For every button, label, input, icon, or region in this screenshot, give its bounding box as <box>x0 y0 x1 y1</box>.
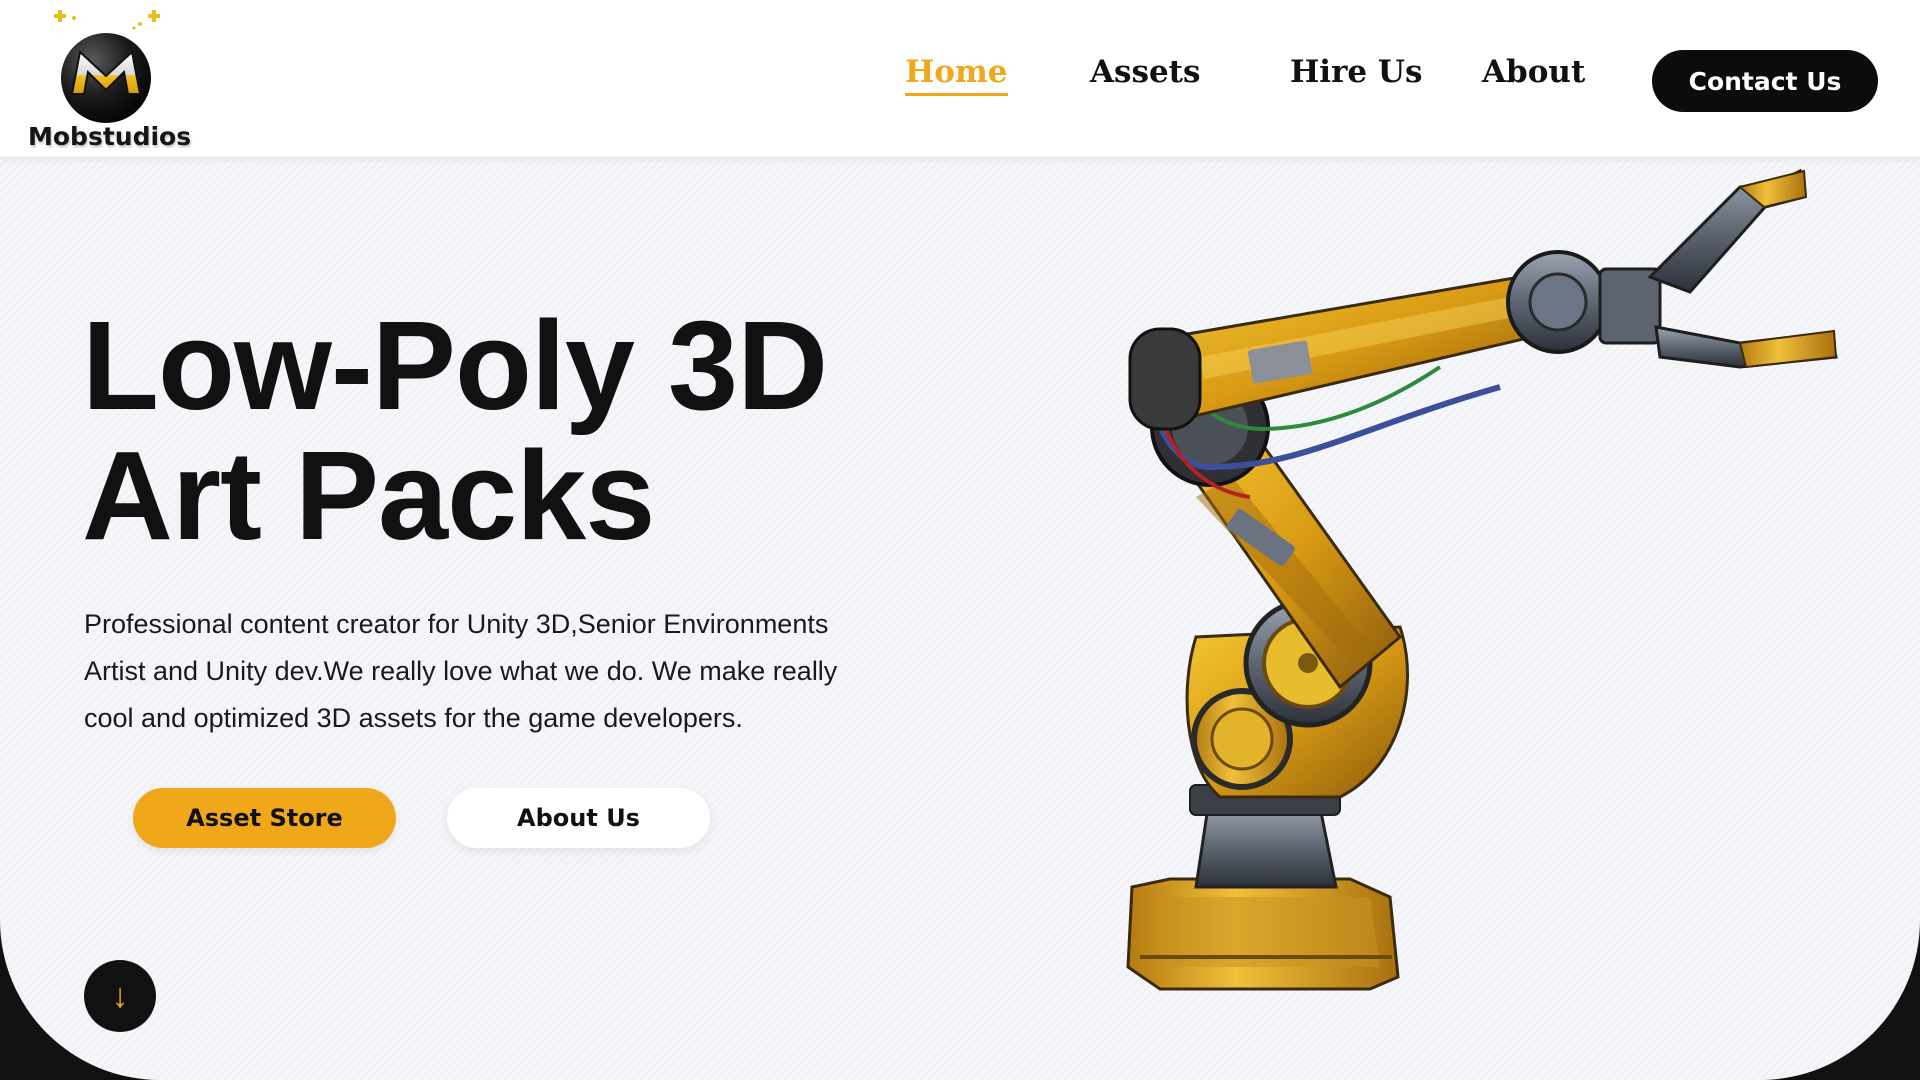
contact-us-button[interactable]: Contact Us <box>1652 50 1878 112</box>
nav-hire-us[interactable]: Hire Us <box>1290 54 1422 90</box>
hero-title-line-2: Art Packs <box>82 425 655 566</box>
nav-about-label: About <box>1482 54 1586 90</box>
mobstudios-logo-icon <box>54 10 160 123</box>
robot-arm-image <box>1126 168 1838 991</box>
scroll-down-button[interactable]: ↓ <box>84 960 156 1032</box>
nav-home[interactable]: Home <box>905 54 1008 96</box>
nav-assets[interactable]: Assets <box>1090 54 1200 90</box>
about-us-button[interactable]: About Us <box>447 788 710 848</box>
nav-assets-label: Assets <box>1090 54 1201 90</box>
nav-about[interactable]: About <box>1482 54 1585 90</box>
hero-description: Professional content creator for Unity 3… <box>84 609 838 733</box>
active-underline <box>905 93 1008 96</box>
hero-title: Low-Poly 3D Art Packs <box>82 301 942 561</box>
nav-hire-us-label: Hire Us <box>1290 54 1423 90</box>
asset-store-button[interactable]: Asset Store <box>133 788 396 848</box>
brand-name: Mobstudios <box>28 122 192 151</box>
arrow-down-icon: ↓ <box>111 976 129 1015</box>
brand-logo[interactable]: Mobstudios <box>26 6 192 151</box>
hero-title-line-1: Low-Poly 3D <box>82 295 828 436</box>
site-header: Mobstudios Home Assets Hire Us About Con… <box>0 0 1920 157</box>
nav-home-label: Home <box>905 54 1008 90</box>
hero-section: Low-Poly 3D Art Packs Professional conte… <box>0 157 1920 1080</box>
